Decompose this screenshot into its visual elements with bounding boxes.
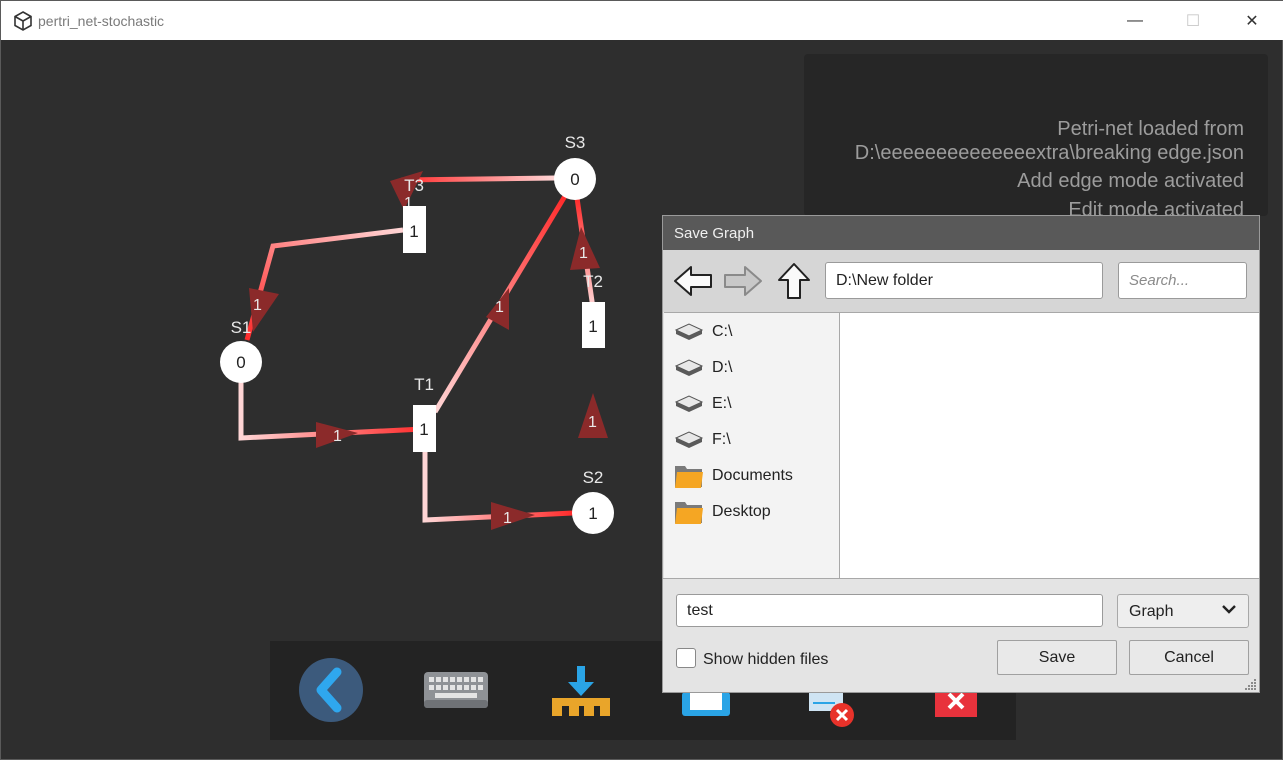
arc-weight-label: 1 xyxy=(333,428,342,445)
quick-link-label: C:\ xyxy=(712,323,733,340)
folder-icon xyxy=(674,499,704,525)
transition-value: 1 xyxy=(588,317,597,336)
arc-weight-label: 1 xyxy=(503,510,512,527)
unity-logo-icon xyxy=(14,11,32,31)
maximize-button[interactable]: ☐ xyxy=(1164,1,1222,40)
arc-t1-s3[interactable]: 1 xyxy=(432,194,568,414)
search-input[interactable] xyxy=(1118,262,1247,299)
quick-links-panel: C:\ D:\ E:\ F:\ Documents Desktop xyxy=(664,312,840,578)
title-bar: pertri_net-stochastic — ☐ ✕ xyxy=(1,1,1283,40)
filename-input[interactable] xyxy=(676,594,1103,627)
dialog-footer: Graph Show hidden files Save Cancel xyxy=(663,578,1259,692)
arc-weight-label: 1 xyxy=(579,245,588,262)
quick-link-label: F:\ xyxy=(712,431,731,448)
drive-icon xyxy=(674,427,704,453)
quick-link-f[interactable]: F:\ xyxy=(674,425,834,455)
quick-link-label: D:\ xyxy=(712,359,733,376)
transition-value: 1 xyxy=(419,420,428,439)
window-title: pertri_net-stochastic xyxy=(38,13,165,29)
quick-link-label: E:\ xyxy=(712,395,732,412)
transition-t3[interactable]: 1 T3 xyxy=(403,176,426,253)
close-button[interactable]: ✕ xyxy=(1223,1,1281,40)
transition-label: T2 xyxy=(583,272,603,291)
folder-icon xyxy=(674,463,704,489)
log-line: Edit mode activated xyxy=(1068,199,1244,216)
quick-link-d[interactable]: D:\ xyxy=(674,353,834,383)
file-type-value: Graph xyxy=(1129,603,1174,620)
drive-icon xyxy=(674,319,704,345)
drive-icon xyxy=(674,391,704,417)
arc-t3-s1[interactable]: 1 xyxy=(244,227,404,341)
place-label: S3 xyxy=(565,133,586,152)
quick-link-e[interactable]: E:\ xyxy=(674,389,834,419)
place-tokens: 0 xyxy=(570,170,579,189)
file-type-select[interactable]: Graph xyxy=(1117,594,1249,628)
forward-arrow-icon[interactable] xyxy=(722,262,764,300)
transition-t2[interactable]: 1 T2 xyxy=(582,272,605,348)
transition-label: T3 xyxy=(404,176,424,195)
arc-weight-label: 1 xyxy=(495,299,504,316)
place-s3[interactable]: 0 S3 xyxy=(554,133,596,200)
show-hidden-label: Show hidden files xyxy=(703,651,829,668)
place-s2[interactable]: 1 S2 xyxy=(572,468,614,534)
chevron-down-icon xyxy=(1222,605,1236,614)
cancel-button[interactable]: Cancel xyxy=(1129,640,1249,675)
place-tokens: 1 xyxy=(588,504,597,523)
path-input[interactable] xyxy=(825,262,1103,299)
log-panel: Petri-net loaded from D:\eeeeeeeeeeeeeex… xyxy=(804,54,1268,216)
save-icon[interactable] xyxy=(671,689,741,721)
log-line: D:\eeeeeeeeeeeeeextra\breaking edge.json xyxy=(854,142,1244,164)
quick-link-label: Documents xyxy=(712,467,793,484)
arc-t2-s3[interactable]: 1 xyxy=(570,197,600,309)
quick-link-label: Desktop xyxy=(712,503,771,520)
arc-weight-label: 1 xyxy=(253,297,262,314)
up-arrow-icon[interactable] xyxy=(773,262,815,300)
quick-link-c[interactable]: C:\ xyxy=(674,317,834,347)
save-button[interactable]: Save xyxy=(997,640,1117,675)
import-icon[interactable] xyxy=(546,659,616,721)
resize-grip-icon[interactable] xyxy=(1245,678,1257,690)
transition-t1[interactable]: 1 T1 xyxy=(413,375,436,452)
dialog-title[interactable]: Save Graph xyxy=(663,216,1259,250)
arc-t1-s2[interactable]: 1 xyxy=(422,448,574,530)
back-icon[interactable] xyxy=(296,658,366,722)
quick-link-documents[interactable]: Documents xyxy=(674,461,834,491)
place-label: S2 xyxy=(583,468,604,487)
keyboard-icon[interactable] xyxy=(421,659,491,721)
quick-link-desktop[interactable]: Desktop xyxy=(674,497,834,527)
drive-icon xyxy=(674,355,704,381)
transition-value: 1 xyxy=(409,222,418,241)
app-window: pertri_net-stochastic — ☐ ✕ 1 1 1 1 1 1 … xyxy=(0,0,1283,760)
clear-edges-icon[interactable] xyxy=(796,689,866,729)
save-graph-dialog: Save Graph C:\ D:\ xyxy=(662,215,1260,693)
dialog-nav-bar xyxy=(663,250,1259,312)
show-hidden-checkbox[interactable] xyxy=(676,648,696,668)
arc-weight-label: 1 xyxy=(588,414,597,431)
place-tokens: 0 xyxy=(236,353,245,372)
log-line: Petri-net loaded from xyxy=(1057,118,1244,140)
minimize-button[interactable]: — xyxy=(1106,1,1164,40)
exit-icon[interactable] xyxy=(921,689,991,719)
log-line: Add edge mode activated xyxy=(1017,170,1244,192)
file-list[interactable] xyxy=(840,312,1259,578)
arc-s1-t1[interactable]: 1 xyxy=(238,362,424,448)
back-arrow-icon[interactable] xyxy=(672,262,714,300)
place-label: S1 xyxy=(231,318,252,337)
transition-label: T1 xyxy=(414,375,434,394)
